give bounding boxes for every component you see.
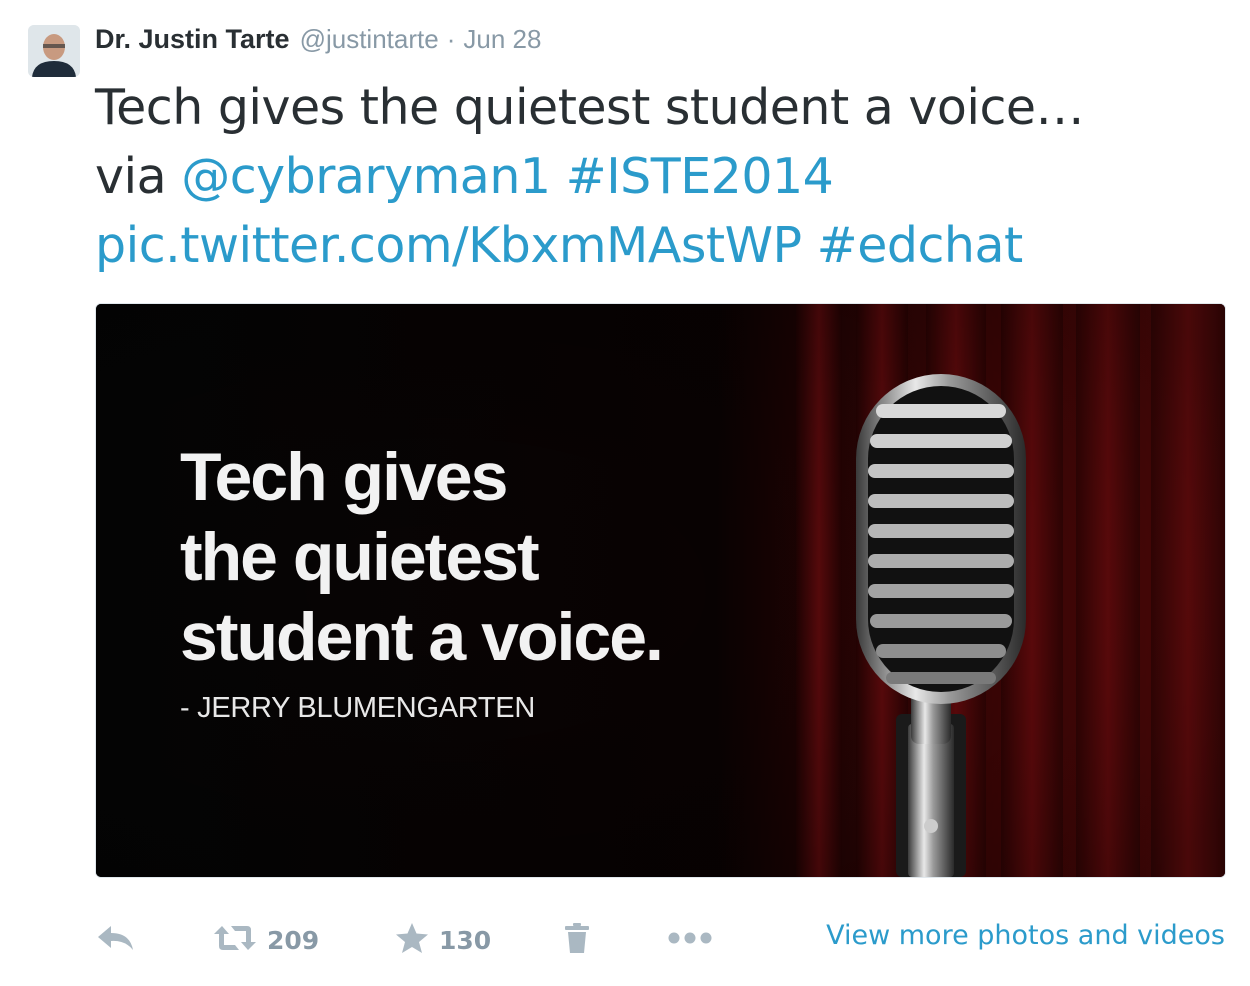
reply-icon <box>95 922 137 959</box>
hashtag-link-edchat[interactable]: #edchat <box>817 217 1024 274</box>
tweet-text-body: Tech gives the quietest student a voice… <box>95 79 1085 136</box>
delete-button[interactable] <box>563 915 591 965</box>
retweet-button[interactable]: 209 <box>213 915 319 965</box>
tweet-text: Tech gives the quietest student a voice…… <box>95 73 1235 280</box>
media-photo[interactable]: Tech gives the quietest student a voice.… <box>95 303 1226 878</box>
quote-line: Tech gives <box>180 439 508 515</box>
retweet-icon <box>213 922 257 959</box>
pic-link[interactable]: pic.twitter.com/KbxmMAstWP <box>95 217 802 274</box>
author-username[interactable]: @justintarte <box>300 24 439 55</box>
quote-line: student a voice. <box>180 599 664 675</box>
star-icon <box>395 922 429 959</box>
favorite-button[interactable]: 130 <box>395 915 491 965</box>
tweet-timestamp[interactable]: Jun 28 <box>463 24 541 55</box>
tweet-text-via: via <box>95 148 167 205</box>
trash-icon <box>563 921 591 960</box>
tweet: Dr. Justin Tarte @justintarte · Jun 28 T… <box>0 0 1250 986</box>
quote-line: the quietest <box>180 519 540 595</box>
tweet-actions: 209 130 View more photos and videos <box>95 915 1225 965</box>
more-button[interactable] <box>667 915 713 965</box>
author-fullname[interactable]: Dr. Justin Tarte <box>95 24 290 55</box>
tweet-header: Dr. Justin Tarte @justintarte · Jun 28 <box>95 24 541 58</box>
avatar[interactable] <box>28 25 80 77</box>
mention-link[interactable]: @cybraryman1 <box>181 148 551 205</box>
quote-attribution: - JERRY BLUMENGARTEN <box>180 692 535 724</box>
favorite-count: 130 <box>439 925 492 955</box>
more-dots-icon <box>667 930 713 951</box>
view-more-photos-link[interactable]: View more photos and videos <box>826 920 1225 951</box>
hashtag-link-iste2014[interactable]: #ISTE2014 <box>566 148 834 205</box>
retweet-count: 209 <box>267 925 320 955</box>
header-separator: · <box>446 24 456 54</box>
reply-button[interactable] <box>95 915 137 965</box>
media-quote: Tech gives the quietest student a voice. <box>180 437 664 677</box>
